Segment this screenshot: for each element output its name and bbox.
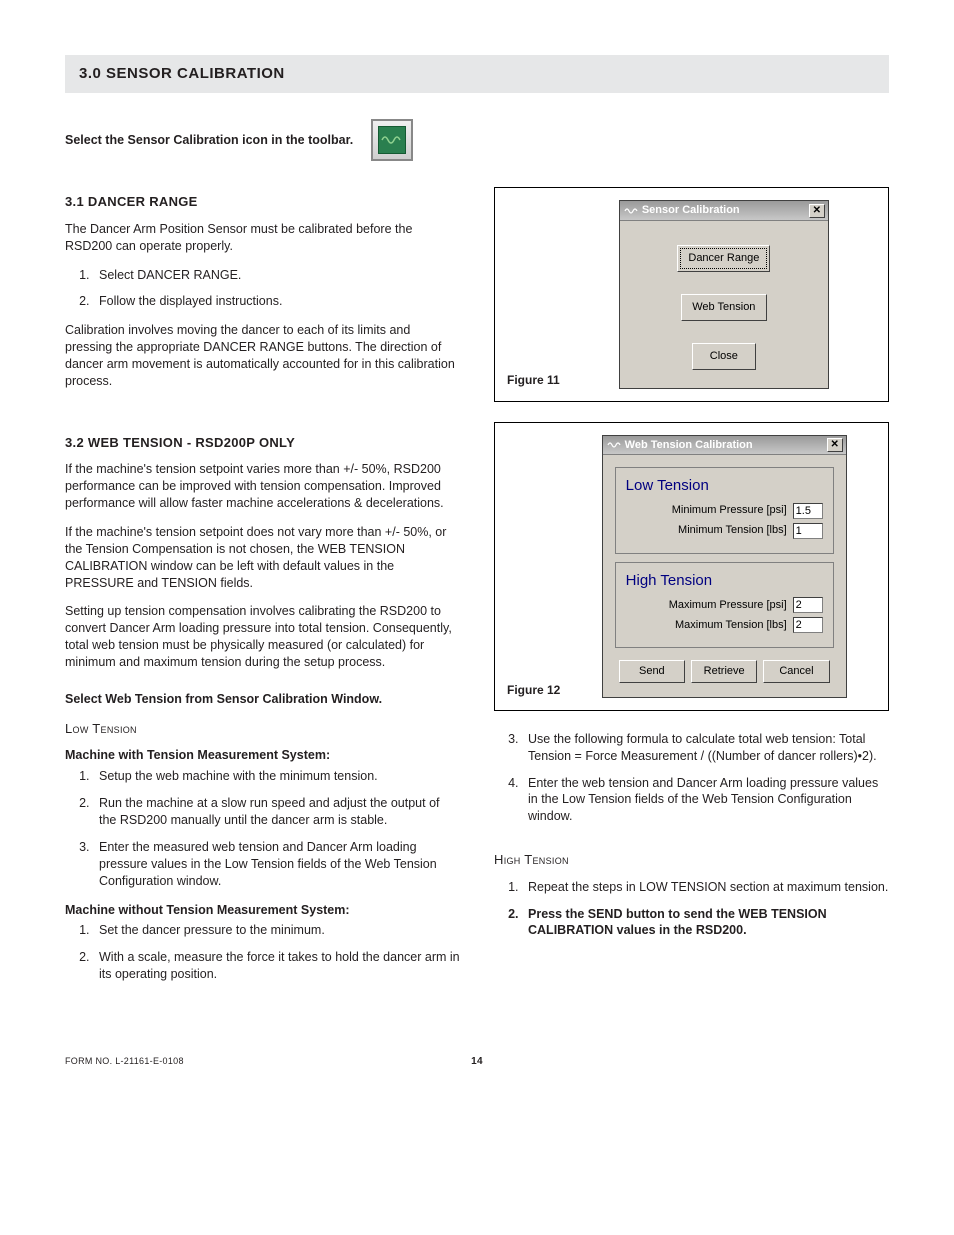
max-pressure-input[interactable] — [793, 597, 823, 613]
low-tension-group: Low Tension Minimum Pressure [psi] Minim… — [615, 467, 834, 553]
max-pressure-label: Maximum Pressure [psi] — [669, 598, 787, 613]
min-pressure-input[interactable] — [793, 503, 823, 519]
figure-caption: Figure 12 — [507, 682, 560, 698]
close-dialog-button[interactable]: Close — [692, 343, 756, 370]
intro-line: Select the Sensor Calibration icon in th… — [65, 119, 889, 161]
high-tension-heading: High Tension — [494, 851, 889, 869]
close-button[interactable]: ✕ — [809, 204, 825, 218]
cancel-button[interactable]: Cancel — [763, 660, 829, 683]
without-tms-heading: Machine without Tension Measurement Syst… — [65, 902, 460, 919]
figure-11: Figure 11 Sensor Calibration ✕ Dancer Ra… — [494, 187, 889, 401]
max-tension-input[interactable] — [793, 617, 823, 633]
form-number: FORM NO. L-21161-E-0108 — [65, 1055, 471, 1069]
dialog-titlebar: Web Tension Calibration ✕ — [603, 436, 846, 456]
list-item: Enter the web tension and Dancer Arm loa… — [522, 775, 889, 826]
sec-3-1-title: 3.1 DANCER RANGE — [65, 193, 460, 211]
list-item: Press the SEND button to send the WEB TE… — [522, 906, 889, 940]
with-tms-heading: Machine with Tension Measurement System: — [65, 747, 460, 764]
sec-3-2-p3: Setting up tension compensation involves… — [65, 603, 460, 671]
wave-icon — [378, 126, 406, 154]
sec-3-1-p2: Calibration involves moving the dancer t… — [65, 322, 460, 390]
select-web-tension-line: Select Web Tension from Sensor Calibrati… — [65, 691, 460, 708]
high-tension-group: High Tension Maximum Pressure [psi] Maxi… — [615, 562, 834, 648]
without-tms-steps-cont: Use the following formula to calculate t… — [494, 731, 889, 825]
list-item: Follow the displayed instructions. — [93, 293, 460, 310]
group-title: High Tension — [626, 571, 823, 591]
sec-3-2-title: 3.2 WEB TENSION - RSD200P ONLY — [65, 434, 460, 452]
min-tension-input[interactable] — [793, 523, 823, 539]
list-item: Enter the measured web tension and Dance… — [93, 839, 460, 890]
list-item: Set the dancer pressure to the minimum. — [93, 922, 460, 939]
sensor-calibration-dialog: Sensor Calibration ✕ Dancer Range Web Te… — [619, 200, 829, 388]
sec-3-2-p1: If the machine's tension setpoint varies… — [65, 461, 460, 512]
retrieve-button[interactable]: Retrieve — [691, 660, 757, 683]
web-tension-calibration-dialog: Web Tension Calibration ✕ Low Tension Mi… — [602, 435, 847, 698]
without-tms-steps: Set the dancer pressure to the minimum. … — [65, 922, 460, 983]
group-title: Low Tension — [626, 476, 823, 496]
dialog-title: Sensor Calibration — [642, 203, 740, 218]
high-tension-steps: Repeat the steps in LOW TENSION section … — [494, 879, 889, 940]
dialog-titlebar: Sensor Calibration ✕ — [620, 201, 828, 221]
list-item: Setup the web machine with the minimum t… — [93, 768, 460, 785]
sec-3-1-p1: The Dancer Arm Position Sensor must be c… — [65, 221, 460, 255]
dialog-title: Web Tension Calibration — [625, 438, 753, 453]
low-tension-heading: Low Tension — [65, 720, 460, 738]
max-tension-label: Maximum Tension [lbs] — [675, 618, 787, 633]
intro-text: Select the Sensor Calibration icon in th… — [65, 132, 353, 149]
list-item: With a scale, measure the force it takes… — [93, 949, 460, 983]
figure-12: Figure 12 Web Tension Calibration ✕ Low … — [494, 422, 889, 711]
list-item: Run the machine at a slow run speed and … — [93, 795, 460, 829]
sec-3-2-p2: If the machine's tension setpoint does n… — [65, 524, 460, 592]
close-button[interactable]: ✕ — [827, 438, 843, 452]
min-pressure-label: Minimum Pressure [psi] — [672, 503, 787, 518]
list-item: Use the following formula to calculate t… — [522, 731, 889, 765]
list-item: Repeat the steps in LOW TENSION section … — [522, 879, 889, 896]
page-number: 14 — [471, 1055, 483, 1069]
page-footer: FORM NO. L-21161-E-0108 14 — [65, 1055, 889, 1069]
sensor-calibration-toolbar-icon — [371, 119, 413, 161]
sec-3-1-steps: Select DANCER RANGE. Follow the displaye… — [65, 267, 460, 311]
figure-caption: Figure 11 — [507, 372, 560, 388]
web-tension-button[interactable]: Web Tension — [681, 294, 767, 321]
wave-icon — [607, 439, 621, 451]
section-header: 3.0 SENSOR CALIBRATION — [65, 55, 889, 93]
dancer-range-button[interactable]: Dancer Range — [677, 245, 770, 272]
send-button[interactable]: Send — [619, 660, 685, 683]
with-tms-steps: Setup the web machine with the minimum t… — [65, 768, 460, 889]
min-tension-label: Minimum Tension [lbs] — [678, 523, 787, 538]
section-title: 3.0 SENSOR CALIBRATION — [79, 64, 875, 84]
wave-icon — [624, 205, 638, 217]
list-item: Select DANCER RANGE. — [93, 267, 460, 284]
